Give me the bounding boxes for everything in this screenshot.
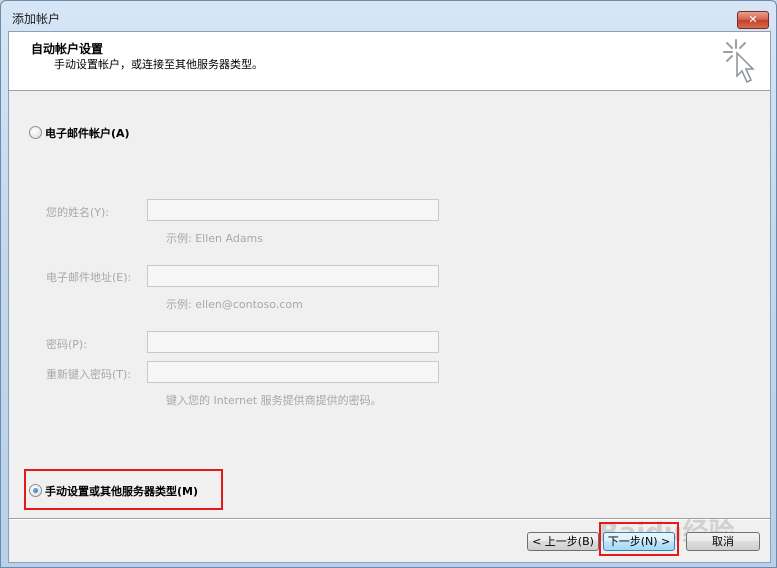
email-label: 电子邮件地址(E): (46, 271, 132, 284)
cursor-sparkle-icon (723, 39, 755, 84)
manual-setup-radio[interactable] (29, 484, 42, 497)
retype-password-input[interactable] (147, 361, 439, 383)
email-account-radio[interactable] (29, 126, 42, 139)
name-input[interactable] (147, 199, 439, 221)
password-label: 密码(P): (46, 338, 87, 351)
page-subtitle: 手动设置帐户，或连接至其他服务器类型。 (54, 58, 263, 71)
name-label: 您的姓名(Y): (46, 206, 110, 219)
add-account-dialog: 添加帐户 ✕ 自动帐户设置 手动设置帐户，或连接至其他服务器类型。 电子邮件帐户… (0, 0, 777, 568)
wizard-header: 自动帐户设置 手动设置帐户，或连接至其他服务器类型。 (9, 32, 770, 91)
dialog-client-area: 自动帐户设置 手动设置帐户，或连接至其他服务器类型。 电子邮件帐户(A) 您的姓… (8, 31, 771, 563)
manual-setup-label[interactable]: 手动设置或其他服务器类型(M) (45, 483, 198, 499)
cancel-button[interactable]: 取消 (686, 532, 760, 551)
retype-password-label: 重新键入密码(T): (46, 368, 132, 381)
password-hint: 键入您的 Internet 服务提供商提供的密码。 (166, 394, 382, 407)
close-button[interactable]: ✕ (737, 11, 769, 29)
email-account-label[interactable]: 电子邮件帐户(A) (45, 125, 130, 141)
next-button[interactable]: 下一步(N) > (603, 532, 675, 551)
back-button[interactable]: < 上一步(B) (527, 532, 599, 551)
email-input[interactable] (147, 265, 439, 287)
title-bar: 添加帐户 ✕ (1, 1, 776, 31)
password-input[interactable] (147, 331, 439, 353)
email-hint: 示例: ellen@contoso.com (166, 298, 303, 311)
page-title: 自动帐户设置 (31, 42, 104, 56)
name-hint: 示例: Ellen Adams (166, 232, 264, 245)
window-title: 添加帐户 (12, 12, 61, 26)
